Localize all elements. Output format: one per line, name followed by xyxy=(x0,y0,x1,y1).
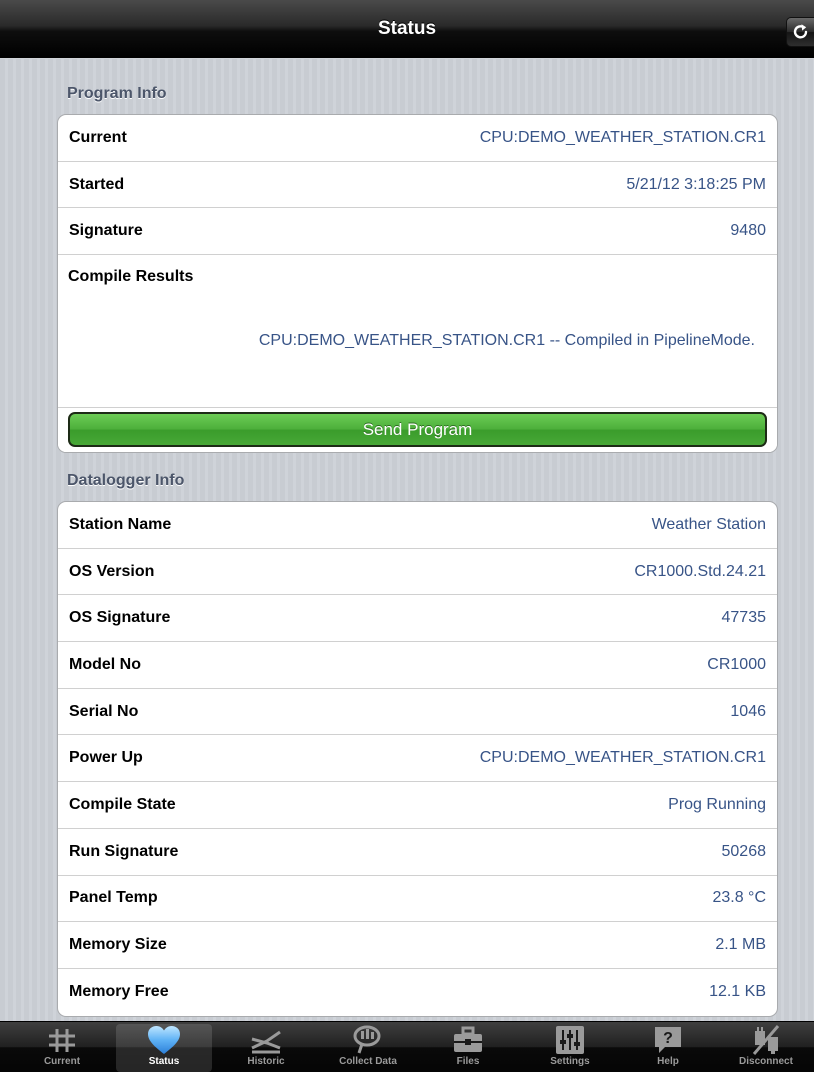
row-label: Memory Free xyxy=(69,983,169,1001)
row-os-version: OS Version CR1000.Std.24.21 xyxy=(58,549,777,596)
tab-label: Current xyxy=(43,1056,81,1067)
row-started: Started 5/21/12 3:18:25 PM xyxy=(58,162,777,209)
tab-help[interactable]: ? Help xyxy=(620,1024,716,1072)
row-compile-state: Compile State Prog Running xyxy=(58,782,777,829)
row-memory-size: Memory Size 2.1 MB xyxy=(58,922,777,969)
section-header-datalogger-info: Datalogger Info xyxy=(67,472,185,489)
row-value: CR1000.Std.24.21 xyxy=(634,562,766,580)
row-value: 23.8 °C xyxy=(712,889,766,907)
compile-results-value: CPU:DEMO_WEATHER_STATION.CR1 -- Compiled… xyxy=(258,332,755,350)
row-signature: Signature 9480 xyxy=(58,208,777,256)
refresh-button[interactable] xyxy=(786,17,814,47)
row-value: 9480 xyxy=(730,222,766,240)
row-label: Memory Size xyxy=(69,936,167,954)
refresh-icon xyxy=(793,24,808,39)
tab-label: Disconnect xyxy=(739,1056,793,1067)
tab-historic[interactable]: Historic xyxy=(218,1024,314,1072)
tab-label: Help xyxy=(657,1056,679,1067)
section-header-program-info: Program Info xyxy=(67,85,167,102)
status-content[interactable]: Program Info Current CPU:DEMO_WEATHER_ST… xyxy=(0,59,814,1021)
tab-collect-data[interactable]: Collect Data xyxy=(320,1024,416,1072)
row-label: Serial No xyxy=(69,702,139,720)
row-value: 47735 xyxy=(721,609,767,627)
datalogger-info-group: Station Name Weather Station OS Version … xyxy=(57,501,778,1017)
row-value: Weather Station xyxy=(651,515,766,533)
nav-bar: Status xyxy=(0,0,814,58)
row-value: 2.1 MB xyxy=(715,936,766,954)
tab-settings[interactable]: Settings xyxy=(522,1024,618,1072)
compile-results: Compile Results CPU:DEMO_WEATHER_STATION… xyxy=(58,255,777,409)
row-value: 12.1 KB xyxy=(709,983,766,1001)
row-value: 5/21/12 3:18:25 PM xyxy=(626,175,766,193)
help-icon: ? xyxy=(655,1027,681,1053)
row-label: OS Version xyxy=(69,562,155,580)
row-label: Current xyxy=(69,128,127,146)
tab-label: Settings xyxy=(550,1056,590,1067)
tab-current[interactable]: Current xyxy=(14,1024,110,1072)
compile-results-label: Compile Results xyxy=(68,268,194,286)
row-serial-no: Serial No 1046 xyxy=(58,689,777,736)
tab-label: Collect Data xyxy=(339,1056,397,1067)
send-program-button[interactable]: Send Program xyxy=(68,412,767,448)
tab-label: Historic xyxy=(247,1056,285,1067)
row-value: CPU:DEMO_WEATHER_STATION.CR1 xyxy=(479,128,766,146)
heart-icon xyxy=(148,1026,180,1054)
row-current: Current CPU:DEMO_WEATHER_STATION.CR1 xyxy=(58,115,777,162)
row-value: CR1000 xyxy=(707,655,766,673)
sliders-icon xyxy=(556,1026,584,1054)
row-value: CPU:DEMO_WEATHER_STATION.CR1 xyxy=(479,749,766,767)
row-run-signature: Run Signature 50268 xyxy=(58,829,777,876)
row-label: Station Name xyxy=(69,515,172,533)
tab-disconnect[interactable]: Disconnect xyxy=(718,1024,814,1072)
tab-label: Files xyxy=(456,1056,480,1067)
row-model-no: Model No CR1000 xyxy=(58,642,777,689)
row-label: Run Signature xyxy=(69,842,179,860)
row-value: 50268 xyxy=(721,842,767,860)
page-title: Status xyxy=(377,18,437,39)
tab-bar: Current Status Historic Collect Data Fil… xyxy=(0,1021,814,1072)
hash-icon xyxy=(49,1029,75,1052)
svg-text:?: ? xyxy=(663,1030,673,1047)
row-label: Started xyxy=(69,175,125,193)
row-value: 1046 xyxy=(730,702,766,720)
row-label: OS Signature xyxy=(69,609,171,627)
row-label: Model No xyxy=(69,655,141,673)
tab-files[interactable]: Files xyxy=(420,1024,516,1072)
row-panel-temp: Panel Temp 23.8 °C xyxy=(58,876,777,923)
tab-status[interactable]: Status xyxy=(116,1024,212,1072)
tab-label: Status xyxy=(148,1056,180,1067)
disconnect-icon xyxy=(752,1025,780,1055)
row-station-name: Station Name Weather Station xyxy=(58,502,777,549)
row-label: Signature xyxy=(69,222,143,240)
row-memory-free: Memory Free 12.1 KB xyxy=(58,969,777,1016)
row-power-up: Power Up CPU:DEMO_WEATHER_STATION.CR1 xyxy=(58,735,777,783)
row-label: Power Up xyxy=(69,749,143,767)
row-os-signature: OS Signature 47735 xyxy=(58,595,777,643)
briefcase-icon xyxy=(454,1026,482,1052)
row-label: Panel Temp xyxy=(69,889,158,907)
collect-icon xyxy=(353,1025,381,1054)
send-program-container: Send Program xyxy=(58,408,777,453)
historic-icon xyxy=(251,1030,281,1054)
program-info-group: Current CPU:DEMO_WEATHER_STATION.CR1 Sta… xyxy=(57,114,778,454)
row-value: Prog Running xyxy=(668,795,766,813)
row-label: Compile State xyxy=(69,795,176,813)
